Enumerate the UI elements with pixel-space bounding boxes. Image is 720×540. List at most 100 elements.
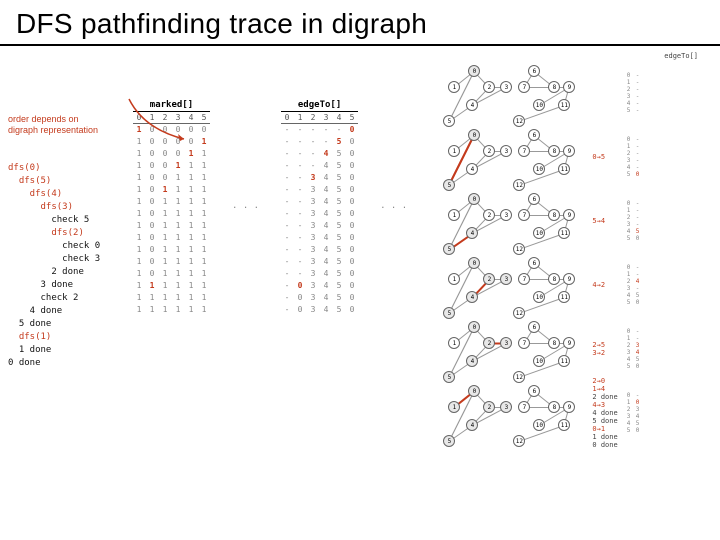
graph-node: 8 [548, 401, 560, 413]
call-line: 5 done [8, 318, 125, 331]
mini-graph: 0123456789101112 [438, 63, 588, 123]
snapshot: 01234567891011120-1-2-3-4-5- [438, 62, 716, 124]
graph-node: 2 [483, 209, 495, 221]
page-title: DFS pathfinding trace in digraph [0, 0, 720, 46]
marked-col-headers: 012345 [133, 113, 210, 124]
graph-node: 8 [548, 145, 560, 157]
call-line: 2 done [8, 266, 125, 279]
graph-node: 10 [533, 355, 545, 367]
graph-node: 10 [533, 99, 545, 111]
snapshot-label: 0→5 [592, 153, 620, 161]
table-row: --3450 [281, 184, 358, 196]
table-row: --3450 [281, 256, 358, 268]
table-row: 101111 [133, 184, 210, 196]
snapshot-column: edgeTo[]01234567891011120-1-2-3-4-5-0123… [438, 52, 716, 444]
graph-node: 11 [558, 99, 570, 111]
call-line: 4 done [8, 305, 125, 318]
graph-node: 1 [448, 401, 460, 413]
graph-node: 7 [518, 209, 530, 221]
marked-header: marked[] [133, 100, 210, 112]
graph-node: 4 [466, 227, 478, 239]
table-row: 100111 [133, 172, 210, 184]
call-line: 0 done [8, 357, 125, 370]
note-annotation: order depends ondigraph representation [8, 114, 125, 136]
table-row: ----50 [281, 136, 358, 148]
table-row: -03450 [281, 304, 358, 316]
table-row: 100000 [133, 124, 210, 136]
graph-node: 11 [558, 355, 570, 367]
call-stack-column: order depends ondigraph representation d… [8, 52, 125, 444]
table-row: --3450 [281, 208, 358, 220]
snapshot-table: 0-1-2-3-4-50 [624, 136, 639, 178]
table-row: 101111 [133, 232, 210, 244]
graph-node: 1 [448, 273, 460, 285]
graph-node: 10 [533, 227, 545, 239]
ellipsis: . . . [380, 201, 407, 215]
snapshot: 01234567891011125→40-1-2-3-4550 [438, 190, 716, 252]
graph-node: 7 [518, 273, 530, 285]
table-row: --3450 [281, 232, 358, 244]
mini-graph: 0123456789101112 [438, 319, 588, 379]
table-row: --3450 [281, 196, 358, 208]
call-line: check 2 [8, 292, 125, 305]
table-row: --3450 [281, 268, 358, 280]
table-row: 101111 [133, 220, 210, 232]
snapshot-label: 2→01→42 done4→34 done5 done0→11 done0 do… [592, 377, 620, 449]
table-row: ---450 [281, 160, 358, 172]
graph-node: 8 [548, 209, 560, 221]
graph-node: 3 [500, 337, 512, 349]
call-line: check 3 [8, 253, 125, 266]
table-row: 101111 [133, 256, 210, 268]
table-row: 111111 [133, 292, 210, 304]
table-row: -03450 [281, 292, 358, 304]
graph-node: 11 [558, 291, 570, 303]
snapshot-table: 0-1-2-3-4-5- [624, 72, 639, 114]
graph-node: 2 [483, 145, 495, 157]
mini-graph: 0123456789101112 [438, 255, 588, 315]
graph-node: 7 [518, 81, 530, 93]
graph-node: 9 [563, 145, 575, 157]
snapshot: 01234567891011120→50-1-2-3-4-50 [438, 126, 716, 188]
table-row: 101111 [133, 196, 210, 208]
graph-node: 12 [513, 435, 525, 447]
graph-node: 3 [500, 401, 512, 413]
graph-node: 9 [563, 273, 575, 285]
table-row: 101111 [133, 208, 210, 220]
table-row: 111111 [133, 280, 210, 292]
call-line: dfs(1) [8, 331, 125, 344]
graph-node: 10 [533, 419, 545, 431]
graph-node: 2 [483, 401, 495, 413]
graph-node: 7 [518, 337, 530, 349]
graph-node: 9 [563, 81, 575, 93]
graph-node: 4 [466, 355, 478, 367]
table-row: --3450 [281, 172, 358, 184]
graph-node: 3 [500, 145, 512, 157]
snapshot-table: 0-1-23344550 [624, 328, 639, 370]
graph-node: 3 [500, 209, 512, 221]
call-trace-list: dfs(0) dfs(5) dfs(4) dfs(3) check 5 dfs(… [8, 162, 125, 370]
snapshot: 01234567891011122→01→42 done4→34 done5 d… [438, 382, 716, 444]
graph-node: 1 [448, 209, 460, 221]
table-row: 101111 [133, 268, 210, 280]
graph-node: 1 [448, 81, 460, 93]
edgeto-header: edgeTo[] [281, 100, 358, 112]
edgeto-col-headers: 012345 [281, 113, 358, 124]
call-line: dfs(3) [8, 201, 125, 214]
call-line: dfs(2) [8, 227, 125, 240]
tables-column: marked[] 012345 100000100001100011100111… [133, 52, 430, 444]
graph-node: 4 [466, 291, 478, 303]
table-row: 100111 [133, 160, 210, 172]
content-area: order depends ondigraph representation d… [0, 46, 720, 444]
call-line: 1 done [8, 344, 125, 357]
snapshot-label: 5→4 [592, 217, 620, 225]
graph-node: 4 [466, 419, 478, 431]
graph-node: 1 [448, 145, 460, 157]
graph-node: 2 [483, 337, 495, 349]
mini-graph: 0123456789101112 [438, 383, 588, 443]
table-row: 111111 [133, 304, 210, 316]
snapshot-label: 4→2 [592, 281, 620, 289]
marked-table: marked[] 012345 100000100001100011100111… [133, 100, 210, 316]
call-line: dfs(4) [8, 188, 125, 201]
edgeto-rows: -----0----50---450---450--3450--3450--34… [281, 124, 358, 316]
snap-top-header: edgeTo[] [438, 52, 716, 60]
